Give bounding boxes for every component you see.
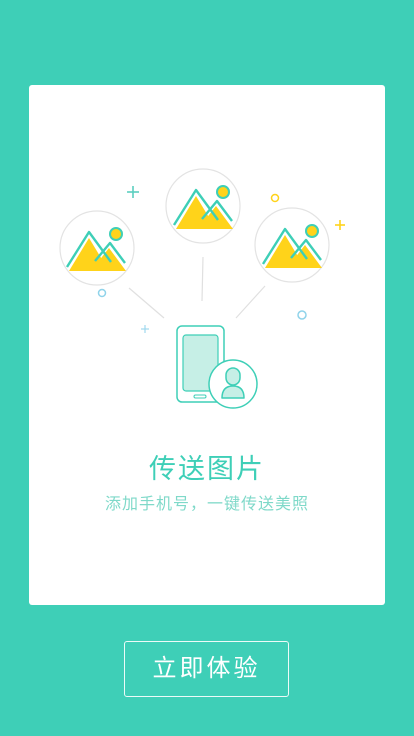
contact-icon: [208, 359, 258, 409]
image-bubble-icon: [59, 210, 135, 286]
ring-dot-icon: [270, 193, 280, 203]
sparkle-plus-icon: [127, 186, 139, 198]
image-bubble-icon: [165, 168, 241, 244]
sparkle-plus-icon: [141, 325, 149, 333]
ring-dot-icon: [297, 310, 307, 320]
onboarding-screen: 传送图片 添加手机号，一键传送美照 立即体验: [0, 0, 414, 736]
image-bubble-icon: [254, 207, 330, 283]
ring-dot-icon: [97, 288, 107, 298]
card-title: 传送图片: [149, 454, 265, 485]
card-subtitle: 添加手机号，一键传送美照: [104, 494, 309, 513]
connector-lines: [128, 256, 266, 319]
sparkle-plus-icon: [335, 220, 345, 230]
feature-card: 传送图片 添加手机号，一键传送美照: [29, 85, 385, 605]
send-photos-illustration: [59, 168, 345, 409]
try-now-button[interactable]: 立即体验: [124, 641, 289, 697]
